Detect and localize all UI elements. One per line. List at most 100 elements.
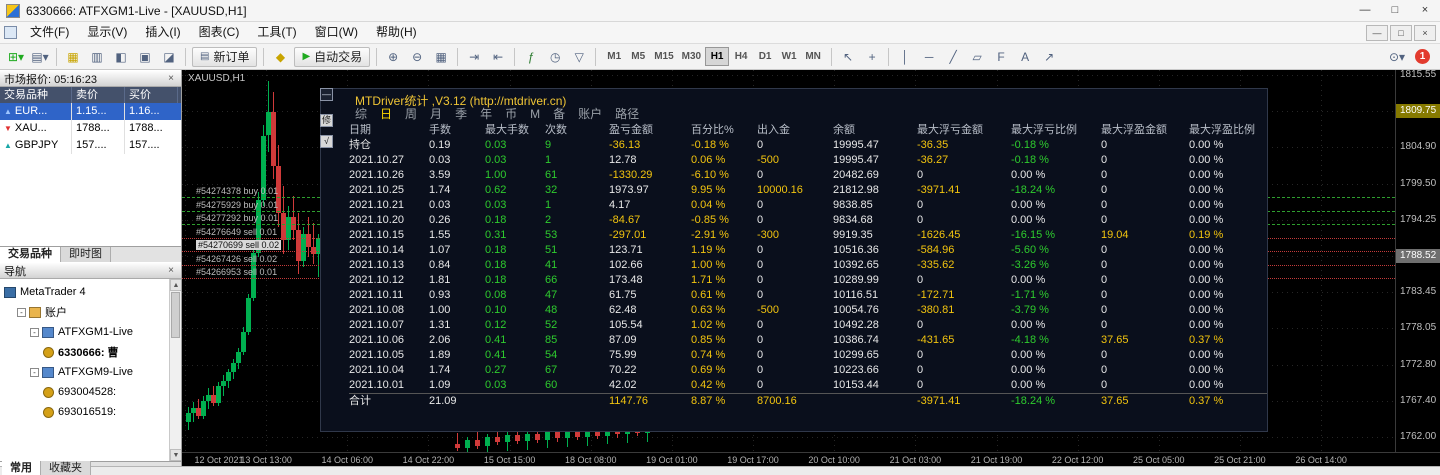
timeframe-m30-button[interactable]: M30 xyxy=(678,47,705,66)
stats-cell: -3.26 % xyxy=(1011,258,1101,273)
mdi-close-button[interactable]: × xyxy=(1414,25,1436,41)
new-chart-menu-icon[interactable]: ▤▾ xyxy=(29,47,51,67)
indicators-icon[interactable]: ƒ xyxy=(520,47,542,67)
new-order-menu-icon[interactable]: ⊞▾ xyxy=(5,47,27,67)
text-tool-icon[interactable]: A xyxy=(1014,47,1036,67)
timeframe-w1-button[interactable]: W1 xyxy=(777,47,801,66)
trade-label[interactable]: #54270699 sell 0.02 xyxy=(196,240,281,250)
timeframe-h4-button[interactable]: H4 xyxy=(729,47,753,66)
notification-badge[interactable]: 1 xyxy=(1415,49,1430,64)
market-watch-row[interactable]: ▲GBPJPY157....157.... xyxy=(0,137,181,154)
tree-item-3[interactable]: 6330666: 曹 xyxy=(43,343,119,361)
maximize-button[interactable]: □ xyxy=(1380,0,1410,21)
scroll-down-icon[interactable]: ▼ xyxy=(170,449,181,461)
stats-minimize-button[interactable]: — xyxy=(320,88,333,101)
new-order-button[interactable]: ▤新订单 xyxy=(192,47,257,67)
menu-window[interactable]: 窗口(W) xyxy=(306,22,367,43)
search-icon[interactable]: ⊙▾ xyxy=(1386,47,1408,67)
mdi-minimize-button[interactable]: — xyxy=(1366,25,1388,41)
bottom-tab-0[interactable]: 常用 xyxy=(2,461,41,475)
bottom-tab-1[interactable]: 收藏夹 xyxy=(41,461,91,475)
trade-label[interactable]: #54267426 sell 0.02 xyxy=(196,254,277,264)
close-button[interactable]: × xyxy=(1410,0,1440,21)
market-watch-close-icon[interactable]: × xyxy=(165,73,177,84)
bid-price: 1.15... xyxy=(72,103,125,120)
menu-view[interactable]: 显示(V) xyxy=(78,22,136,43)
market-watch-tab-0[interactable]: 交易品种 xyxy=(0,247,61,262)
navigator-close-icon[interactable]: × xyxy=(165,265,177,276)
scroll-up-icon[interactable]: ▲ xyxy=(170,279,181,291)
menu-insert[interactable]: 插入(I) xyxy=(136,22,189,43)
timeframe-m15-button[interactable]: M15 xyxy=(650,47,677,66)
market-watch-toggle-icon[interactable]: ▦ xyxy=(62,47,84,67)
minimize-button[interactable]: — xyxy=(1350,0,1380,21)
autotrading-button[interactable]: ▶自动交易 xyxy=(294,47,370,67)
metaeditor-icon[interactable]: ◆ xyxy=(269,47,291,67)
tree-expander-icon[interactable]: - xyxy=(30,328,39,337)
data-window-toggle-icon[interactable]: ▥ xyxy=(86,47,108,67)
zoom-out-icon[interactable]: ⊖ xyxy=(406,47,428,67)
stats-tab-2[interactable]: 周 xyxy=(405,107,417,121)
cursor-icon[interactable]: ↖ xyxy=(837,47,859,67)
tree-item-0[interactable]: MetaTrader 4 xyxy=(4,283,86,301)
timeframe-mn-button[interactable]: MN xyxy=(801,47,825,66)
tree-expander-icon[interactable]: - xyxy=(17,308,26,317)
arrows-tool-icon[interactable]: ↗ xyxy=(1038,47,1060,67)
market-watch-tab-1[interactable]: 即时图 xyxy=(61,247,111,262)
timeframe-m1-button[interactable]: M1 xyxy=(602,47,626,66)
horizontal-line-tool-icon[interactable]: ─ xyxy=(918,47,940,67)
tree-item-2[interactable]: -ATFXGM1-Live xyxy=(30,323,133,341)
chart-shift-icon[interactable]: ⇤ xyxy=(487,47,509,67)
vertical-line-tool-icon[interactable]: │ xyxy=(894,47,916,67)
menu-file[interactable]: 文件(F) xyxy=(21,22,78,43)
trade-label[interactable]: #54277292 buy 0.01 xyxy=(196,213,278,223)
tree-item-5[interactable]: 693004528: xyxy=(43,383,116,401)
trade-label[interactable]: #54274378 buy 0.01 xyxy=(196,186,278,196)
trade-label[interactable]: #54266953 sell 0.01 xyxy=(196,267,277,277)
market-watch-row[interactable]: ▼XAU...1788...1788... xyxy=(0,120,181,137)
channel-tool-icon[interactable]: ▱ xyxy=(966,47,988,67)
terminal-toggle-icon[interactable]: ▣ xyxy=(134,47,156,67)
stats-tab-5[interactable]: 年 xyxy=(480,107,492,121)
stats-tab-3[interactable]: 月 xyxy=(430,107,442,121)
trendline-tool-icon[interactable]: ╱ xyxy=(942,47,964,67)
stats-tab-9[interactable]: 账户 xyxy=(578,107,602,121)
timeframe-m5-button[interactable]: M5 xyxy=(626,47,650,66)
tree-item-6[interactable]: 693016519: xyxy=(43,403,116,421)
scroll-thumb[interactable] xyxy=(171,292,180,338)
market-watch-row[interactable]: ▲EUR...1.15...1.16... xyxy=(0,103,181,120)
timeframe-d1-button[interactable]: D1 xyxy=(753,47,777,66)
fibonacci-tool-icon[interactable]: F xyxy=(990,47,1012,67)
stats-tab-6[interactable]: 币 xyxy=(505,107,517,121)
stats-cell: 0.03 xyxy=(485,198,545,213)
trade-label[interactable]: #54275929 buy 0.01 xyxy=(196,200,278,210)
stats-tab-7[interactable]: M xyxy=(530,107,540,121)
stats-tab-8[interactable]: 备 xyxy=(553,107,565,121)
stats-tab-4[interactable]: 季 xyxy=(455,107,467,121)
menu-charts[interactable]: 图表(C) xyxy=(190,22,249,43)
templates-icon[interactable]: ▽ xyxy=(568,47,590,67)
tree-item-4[interactable]: -ATFXGM9-Live xyxy=(30,363,133,381)
stats-settings-button[interactable]: 修 xyxy=(320,114,333,127)
stats-confirm-button[interactable]: √ xyxy=(320,135,333,148)
stats-tab-0[interactable]: 综 xyxy=(355,107,367,121)
auto-scroll-icon[interactable]: ⇥ xyxy=(463,47,485,67)
timeframe-h1-button[interactable]: H1 xyxy=(705,47,729,66)
stats-tab-1[interactable]: 日 xyxy=(380,107,392,121)
strategy-tester-toggle-icon[interactable]: ◪ xyxy=(158,47,180,67)
periods-icon[interactable]: ◷ xyxy=(544,47,566,67)
tree-item-1[interactable]: -账户 xyxy=(17,303,67,321)
mdi-restore-button[interactable]: □ xyxy=(1390,25,1412,41)
tree-expander-icon[interactable]: - xyxy=(30,368,39,377)
navigator-scrollbar[interactable]: ▲ ▼ xyxy=(169,279,181,461)
trade-label[interactable]: #54276649 sell 0.01 xyxy=(196,227,277,237)
stats-cell: 0 xyxy=(1101,318,1189,333)
navigator-toggle-icon[interactable]: ◧ xyxy=(110,47,132,67)
tile-windows-icon[interactable]: ▦ xyxy=(430,47,452,67)
menu-tools[interactable]: 工具(T) xyxy=(248,22,305,43)
stats-tab-10[interactable]: 路径 xyxy=(615,107,639,121)
crosshair-icon[interactable]: + xyxy=(861,47,883,67)
stats-row: 2021.10.200.260.182-84.67-0.85 %09834.68… xyxy=(349,213,1267,228)
menu-help[interactable]: 帮助(H) xyxy=(367,22,426,43)
zoom-in-icon[interactable]: ⊕ xyxy=(382,47,404,67)
